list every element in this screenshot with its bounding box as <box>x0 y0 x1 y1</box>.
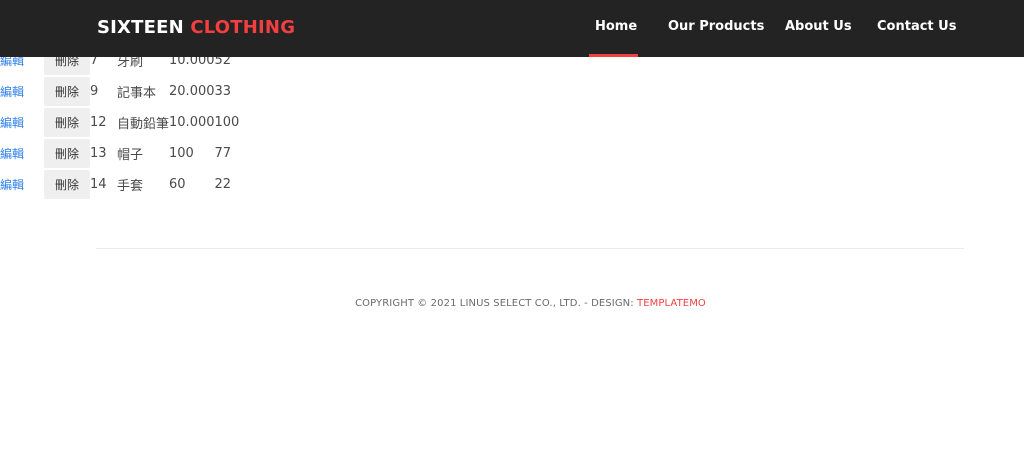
nav-contact-us[interactable]: Contact Us <box>877 18 956 36</box>
footer-divider <box>96 248 964 249</box>
product-name: 手套 <box>117 179 144 194</box>
products-table-area: 編輯 刪除 7 牙刷 10.000 52 編輯 刪除 9 記事本 20.000 … <box>0 45 300 200</box>
product-qty: 100 <box>214 115 240 130</box>
product-id: 12 <box>90 115 107 130</box>
footer: COPYRIGHT © 2021 LINUS SELECT CO., LTD. … <box>0 298 1024 309</box>
delete-button[interactable]: 刪除 <box>44 108 90 137</box>
product-id: 9 <box>90 84 99 99</box>
active-nav-indicator <box>589 54 638 57</box>
product-name: 自動鉛筆 <box>117 117 170 132</box>
edit-link[interactable]: 編輯 <box>0 147 24 161</box>
edit-link[interactable]: 編輯 <box>0 178 24 192</box>
product-id: 13 <box>90 146 107 161</box>
product-qty: 22 <box>214 177 232 192</box>
edit-link[interactable]: 編輯 <box>0 116 24 130</box>
edit-link[interactable]: 編輯 <box>0 85 24 99</box>
product-name: 記事本 <box>117 86 157 101</box>
table-row: 編輯 刪除 12 自動鉛筆 10.000 100 <box>0 107 255 138</box>
product-price: 20.000 <box>169 84 215 99</box>
nav-about-us[interactable]: About Us <box>785 18 852 36</box>
brand-name-accent: CLOTHING <box>190 17 296 38</box>
product-qty: 33 <box>214 84 232 99</box>
table-row: 編輯 刪除 9 記事本 20.000 33 <box>0 76 255 107</box>
brand-name-primary: SIXTEEN <box>97 17 184 38</box>
delete-button[interactable]: 刪除 <box>44 139 90 168</box>
page: 編輯 刪除 7 牙刷 10.000 52 編輯 刪除 9 記事本 20.000 … <box>0 0 1024 450</box>
nav-home[interactable]: Home <box>595 18 637 36</box>
products-table: 編輯 刪除 7 牙刷 10.000 52 編輯 刪除 9 記事本 20.000 … <box>0 45 255 200</box>
table-row: 編輯 刪除 13 帽子 100 77 <box>0 138 255 169</box>
product-price: 100 <box>169 146 194 161</box>
product-price: 60 <box>169 177 186 192</box>
copyright-text: COPYRIGHT © 2021 LINUS SELECT CO., LTD. … <box>355 298 634 309</box>
product-name: 帽子 <box>117 148 144 163</box>
product-qty: 77 <box>214 146 232 161</box>
site-header: SIXTEEN CLOTHING Home Our Products About… <box>0 0 1024 57</box>
delete-button[interactable]: 刪除 <box>44 77 90 106</box>
table-row: 編輯 刪除 14 手套 60 22 <box>0 169 255 200</box>
nav-our-products[interactable]: Our Products <box>668 18 764 36</box>
product-id: 14 <box>90 177 107 192</box>
design-link[interactable]: TEMPLATEMO <box>637 298 706 309</box>
brand-logo[interactable]: SIXTEEN CLOTHING <box>97 17 295 39</box>
delete-button[interactable]: 刪除 <box>44 170 90 199</box>
product-price: 10.000 <box>169 115 215 130</box>
